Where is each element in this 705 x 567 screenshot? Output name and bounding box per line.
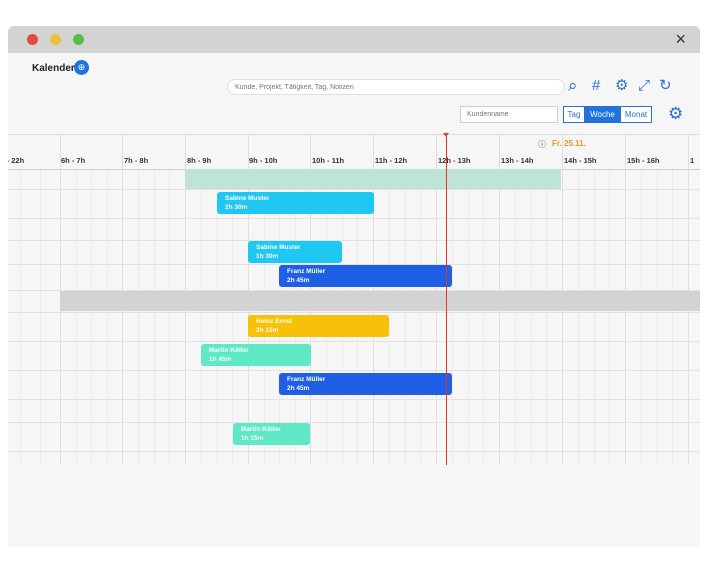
quarter-gridline [531, 170, 532, 465]
row-divider [8, 341, 700, 342]
row-divider [8, 189, 700, 190]
quarter-gridline [657, 170, 658, 465]
blocked-band [60, 291, 700, 311]
view-day-button[interactable]: Tag [563, 106, 585, 123]
row-divider [8, 240, 700, 241]
event-block[interactable]: Sabine Muster 1h 30m [248, 241, 342, 263]
date-label: Fr. 25.11. [552, 139, 586, 148]
quarter-gridline [452, 170, 453, 465]
hour-label: 12h - 13h [438, 156, 471, 165]
info-icon[interactable]: ⓘ [538, 139, 546, 150]
quarter-gridline [546, 170, 547, 465]
quarter-gridline [389, 170, 390, 465]
app-title: Kalender [32, 63, 75, 74]
quarter-gridline [483, 170, 484, 465]
event-title: Franz Müller [287, 376, 326, 383]
event-duration: 1h 15m [241, 435, 264, 442]
hour-label: 9h - 10h [249, 156, 278, 165]
quarter-gridline [405, 170, 406, 465]
event-duration: 1h 45m [209, 356, 232, 363]
view-week-button[interactable]: Woche [585, 106, 620, 123]
hour-label: 6h - 7h [61, 156, 86, 165]
customer-name-input[interactable] [460, 106, 558, 123]
hour-label: 14h - 15h [564, 156, 597, 165]
quarter-gridline [672, 170, 673, 465]
hashtag-icon[interactable]: # [592, 77, 600, 95]
event-duration: 2h 45m [287, 277, 310, 284]
quarter-gridline [420, 170, 421, 465]
quarter-gridline [20, 170, 21, 465]
row-divider [8, 370, 700, 371]
event-duration: 2h 30m [225, 204, 248, 211]
quarter-gridline [76, 170, 77, 465]
close-icon[interactable]: × [675, 30, 686, 48]
quarter-gridline [468, 170, 469, 465]
row-divider [8, 451, 700, 452]
event-block[interactable]: Martin Köller 1h 15m [233, 423, 310, 445]
app-window: × Kalender ⊕ ⌕ # ⚙ ⤢ ↻ Tag Woche Monat ⚙… [8, 26, 700, 547]
event-title: Martin Köller [209, 347, 249, 354]
search-input[interactable] [227, 79, 565, 95]
quarter-gridline [169, 170, 170, 465]
refresh-icon[interactable]: ↻ [659, 77, 672, 95]
title-bar: × [8, 26, 700, 53]
hour-label: 7h - 8h [124, 156, 149, 165]
quarter-gridline [217, 170, 218, 465]
event-block[interactable]: Franz Müller 2h 45m [279, 373, 452, 395]
quarter-gridline [578, 170, 579, 465]
quarter-gridline [138, 170, 139, 465]
hour-label: 15h - 16h [627, 156, 660, 165]
quarter-gridline [154, 170, 155, 465]
globe-icon[interactable]: ⊕ [74, 60, 89, 75]
event-duration: 2h 45m [287, 385, 310, 392]
hour-label: 8h - 9h [187, 156, 212, 165]
close-window-button[interactable] [27, 34, 38, 45]
hour-label: 13h - 14h [501, 156, 534, 165]
quarter-gridline [609, 170, 610, 465]
event-block[interactable]: Martin Köller 1h 45m [201, 344, 311, 366]
row-divider [8, 422, 700, 423]
quarter-gridline [107, 170, 108, 465]
timeline-top-border [8, 134, 700, 135]
quarter-gridline [641, 170, 642, 465]
event-title: Sabine Muster [225, 195, 270, 202]
hour-label: 11h - 12h [375, 156, 408, 165]
fullscreen-icon[interactable]: ⤢ [638, 77, 650, 95]
hour-label: 1 [690, 156, 695, 165]
event-block[interactable]: Franz Müller 2h 45m [279, 265, 452, 287]
event-title: Franz Müller [287, 268, 326, 275]
event-block[interactable]: Heinz Ernst 2h 15m [248, 315, 389, 337]
event-title: Sabine Muster [256, 244, 301, 251]
row-divider [8, 399, 700, 400]
row-divider [8, 218, 700, 219]
settings-icon[interactable]: ⚙ [615, 77, 628, 95]
hour-label: h - 22h [8, 156, 25, 165]
event-title: Martin Köller [241, 426, 281, 433]
minimize-window-button[interactable] [50, 34, 61, 45]
quarter-gridline [594, 170, 595, 465]
event-duration: 2h 15m [256, 327, 279, 334]
event-duration: 1h 30m [256, 253, 279, 260]
quarter-gridline [91, 170, 92, 465]
event-block[interactable]: Sabine Muster 2h 30m [217, 192, 374, 214]
quarter-gridline [40, 170, 41, 465]
search-icon[interactable]: ⌕ [568, 77, 578, 95]
availability-band [185, 169, 561, 189]
quarter-gridline [515, 170, 516, 465]
row-divider [8, 312, 700, 313]
event-title: Heinz Ernst [256, 318, 292, 325]
view-month-button[interactable]: Monat [620, 106, 652, 123]
quarter-gridline [201, 170, 202, 465]
hour-label: 10h - 11h [312, 156, 345, 165]
view-settings-icon[interactable]: ⚙ [668, 104, 683, 124]
maximize-window-button[interactable] [73, 34, 84, 45]
now-line [446, 136, 447, 465]
quarter-gridline [232, 170, 233, 465]
